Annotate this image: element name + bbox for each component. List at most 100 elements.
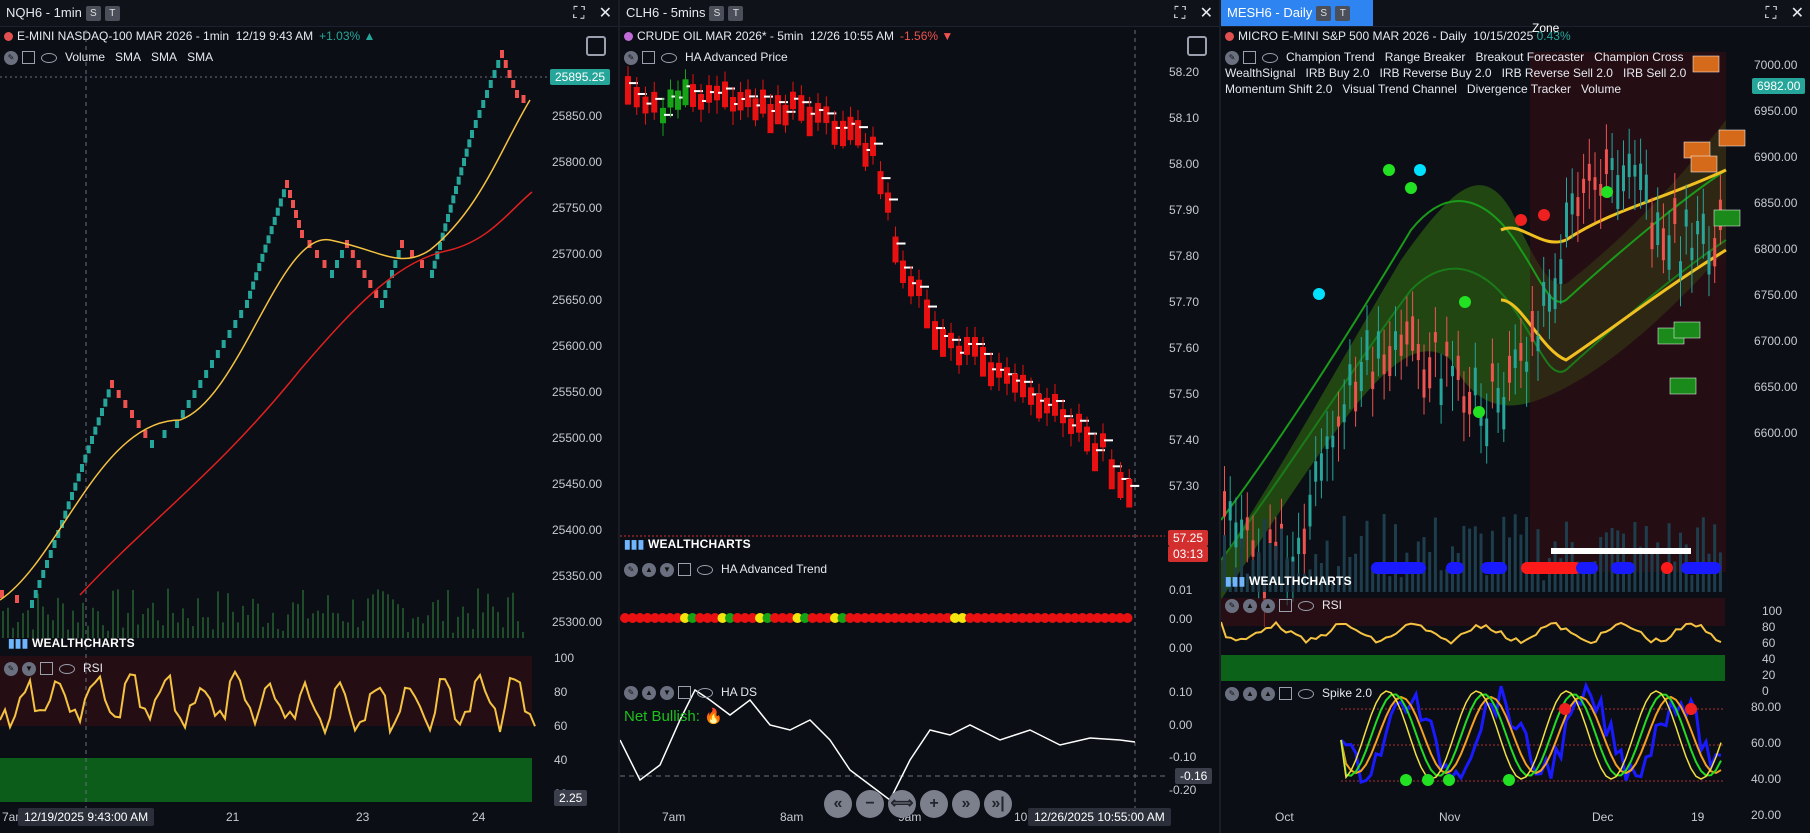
settings-icon[interactable]: ✎ bbox=[624, 685, 638, 700]
move-up-icon[interactable]: ▲ bbox=[1243, 686, 1257, 701]
volume-bar bbox=[337, 613, 339, 638]
signal-dot bbox=[1601, 186, 1613, 198]
eye-icon[interactable] bbox=[59, 663, 75, 674]
candle-body bbox=[737, 91, 744, 111]
zoom-in-button[interactable]: + bbox=[920, 790, 948, 818]
collapse-icon[interactable] bbox=[678, 686, 691, 700]
indicator-divergence-tracker[interactable]: Divergence Tracker bbox=[1467, 82, 1571, 96]
renko-box bbox=[257, 263, 262, 272]
rsi-label[interactable]: RSI bbox=[1322, 598, 1342, 612]
collapse-icon[interactable] bbox=[1279, 599, 1292, 613]
candle-body bbox=[1593, 177, 1597, 190]
candle-body bbox=[1308, 494, 1312, 527]
candle-body bbox=[1485, 418, 1489, 447]
ha-price-marker bbox=[1104, 439, 1113, 442]
rsi-value-tag: 2.25 bbox=[554, 790, 588, 806]
scroll-forward-button[interactable]: » bbox=[952, 790, 980, 818]
scroll-back-button[interactable]: « bbox=[824, 790, 852, 818]
exit-long-signal bbox=[1692, 55, 1720, 73]
renko-box bbox=[368, 280, 373, 288]
eye-icon[interactable] bbox=[697, 687, 713, 698]
indicator-champion-cross[interactable]: Champion Cross bbox=[1594, 50, 1683, 64]
candle-body bbox=[1661, 228, 1665, 261]
volume-bar bbox=[517, 621, 519, 638]
ha-price-marker bbox=[1088, 432, 1097, 435]
move-up-icon[interactable]: ▲ bbox=[642, 562, 656, 577]
signal-dot bbox=[1473, 406, 1485, 418]
collapse-icon[interactable] bbox=[40, 662, 53, 676]
volume-bar bbox=[1354, 553, 1358, 592]
mes-chart-canvas[interactable] bbox=[1221, 0, 1810, 833]
settings-icon[interactable]: ✎ bbox=[1225, 686, 1239, 701]
candle-body bbox=[916, 279, 922, 297]
collapse-icon[interactable] bbox=[678, 563, 691, 577]
range-bar bbox=[1551, 548, 1691, 554]
indicator-irb-reverse-buy[interactable]: IRB Reverse Buy 2.0 bbox=[1380, 66, 1492, 80]
volume-bar bbox=[1388, 576, 1392, 592]
axis-tick-label: 25550.00 bbox=[552, 385, 603, 399]
candle-body bbox=[1468, 391, 1472, 415]
candle-body bbox=[924, 299, 930, 329]
candle-body bbox=[1394, 331, 1397, 350]
eye-icon[interactable] bbox=[1298, 688, 1314, 699]
move-up-icon[interactable]: ▲ bbox=[1261, 598, 1275, 613]
indicator-breakout-forecaster[interactable]: Breakout Forecaster bbox=[1475, 50, 1584, 64]
settings-icon[interactable]: ✎ bbox=[1225, 598, 1239, 613]
indicator-momentum-shift[interactable]: Momentum Shift 2.0 bbox=[1225, 82, 1332, 96]
renko-box bbox=[45, 560, 49, 568]
move-down-icon[interactable]: ▼ bbox=[22, 661, 36, 676]
indicator-range-breaker[interactable]: Range Breaker bbox=[1385, 50, 1466, 64]
volume-bar bbox=[1485, 575, 1489, 592]
volume-bar bbox=[512, 592, 514, 638]
candle-body bbox=[1076, 413, 1082, 433]
indicator-wealthsignal[interactable]: WealthSignal bbox=[1225, 66, 1296, 80]
move-down-icon[interactable]: ▼ bbox=[660, 562, 674, 577]
move-down-icon[interactable]: ▼ bbox=[660, 685, 674, 700]
eye-icon[interactable] bbox=[1298, 600, 1314, 611]
ha-price-marker bbox=[1130, 484, 1140, 487]
indicator-champion-trend[interactable]: Champion Trend bbox=[1286, 50, 1375, 64]
renko-box bbox=[356, 260, 361, 268]
axis-tick-label: 25500.00 bbox=[552, 431, 603, 445]
renko-box bbox=[103, 398, 108, 407]
settings-icon[interactable]: ✎ bbox=[1225, 50, 1239, 65]
candle-body bbox=[1667, 235, 1671, 270]
renko-box bbox=[100, 408, 104, 416]
scroll-to-end-button[interactable]: »| bbox=[984, 790, 1012, 818]
move-up-icon[interactable]: ▲ bbox=[642, 685, 656, 700]
volume-bar bbox=[447, 589, 449, 638]
volume-bar bbox=[157, 620, 159, 638]
renko-box bbox=[443, 223, 448, 232]
renko-box bbox=[503, 60, 508, 68]
settings-icon[interactable]: ✎ bbox=[624, 562, 638, 577]
indicator-irb-sell[interactable]: IRB Sell 2.0 bbox=[1623, 66, 1686, 80]
indicator-irb-buy[interactable]: IRB Buy 2.0 bbox=[1306, 66, 1370, 80]
ha-ds-label[interactable]: HA DS bbox=[721, 685, 757, 699]
indicator-irb-reverse-sell[interactable]: IRB Reverse Sell 2.0 bbox=[1502, 66, 1613, 80]
reset-zoom-button[interactable]: ⟺ bbox=[888, 790, 916, 818]
collapse-icon[interactable] bbox=[1243, 51, 1256, 65]
collapse-icon[interactable] bbox=[1279, 687, 1292, 701]
candle-body bbox=[1713, 238, 1717, 267]
move-up-icon[interactable]: ▲ bbox=[1243, 598, 1257, 613]
axis-tick-label: 0.10 bbox=[1169, 685, 1193, 699]
eye-icon[interactable] bbox=[1262, 52, 1278, 63]
indicator-visual-trend-channel[interactable]: Visual Trend Channel bbox=[1342, 82, 1457, 96]
volume-bar bbox=[172, 612, 174, 638]
settings-icon[interactable]: ✎ bbox=[4, 661, 18, 676]
spike-label[interactable]: Spike 2.0 bbox=[1322, 686, 1372, 700]
rsi-label[interactable]: RSI bbox=[83, 661, 103, 675]
indicator-volume[interactable]: Volume bbox=[1581, 82, 1621, 96]
zoom-out-button[interactable]: − bbox=[856, 790, 884, 818]
candle-body bbox=[870, 136, 876, 157]
rsi-oversold-zone bbox=[0, 758, 532, 802]
volume-bar bbox=[1644, 526, 1648, 592]
renko-box bbox=[73, 482, 78, 491]
nasdaq-chart-canvas[interactable] bbox=[0, 0, 618, 833]
ha-trend-label[interactable]: HA Advanced Trend bbox=[721, 562, 827, 576]
eye-icon[interactable] bbox=[697, 564, 713, 575]
ha-price-marker bbox=[896, 242, 906, 245]
last-price-tag: 57.25 bbox=[1168, 530, 1209, 546]
volume-bar bbox=[292, 602, 294, 638]
move-up-icon[interactable]: ▲ bbox=[1261, 686, 1275, 701]
